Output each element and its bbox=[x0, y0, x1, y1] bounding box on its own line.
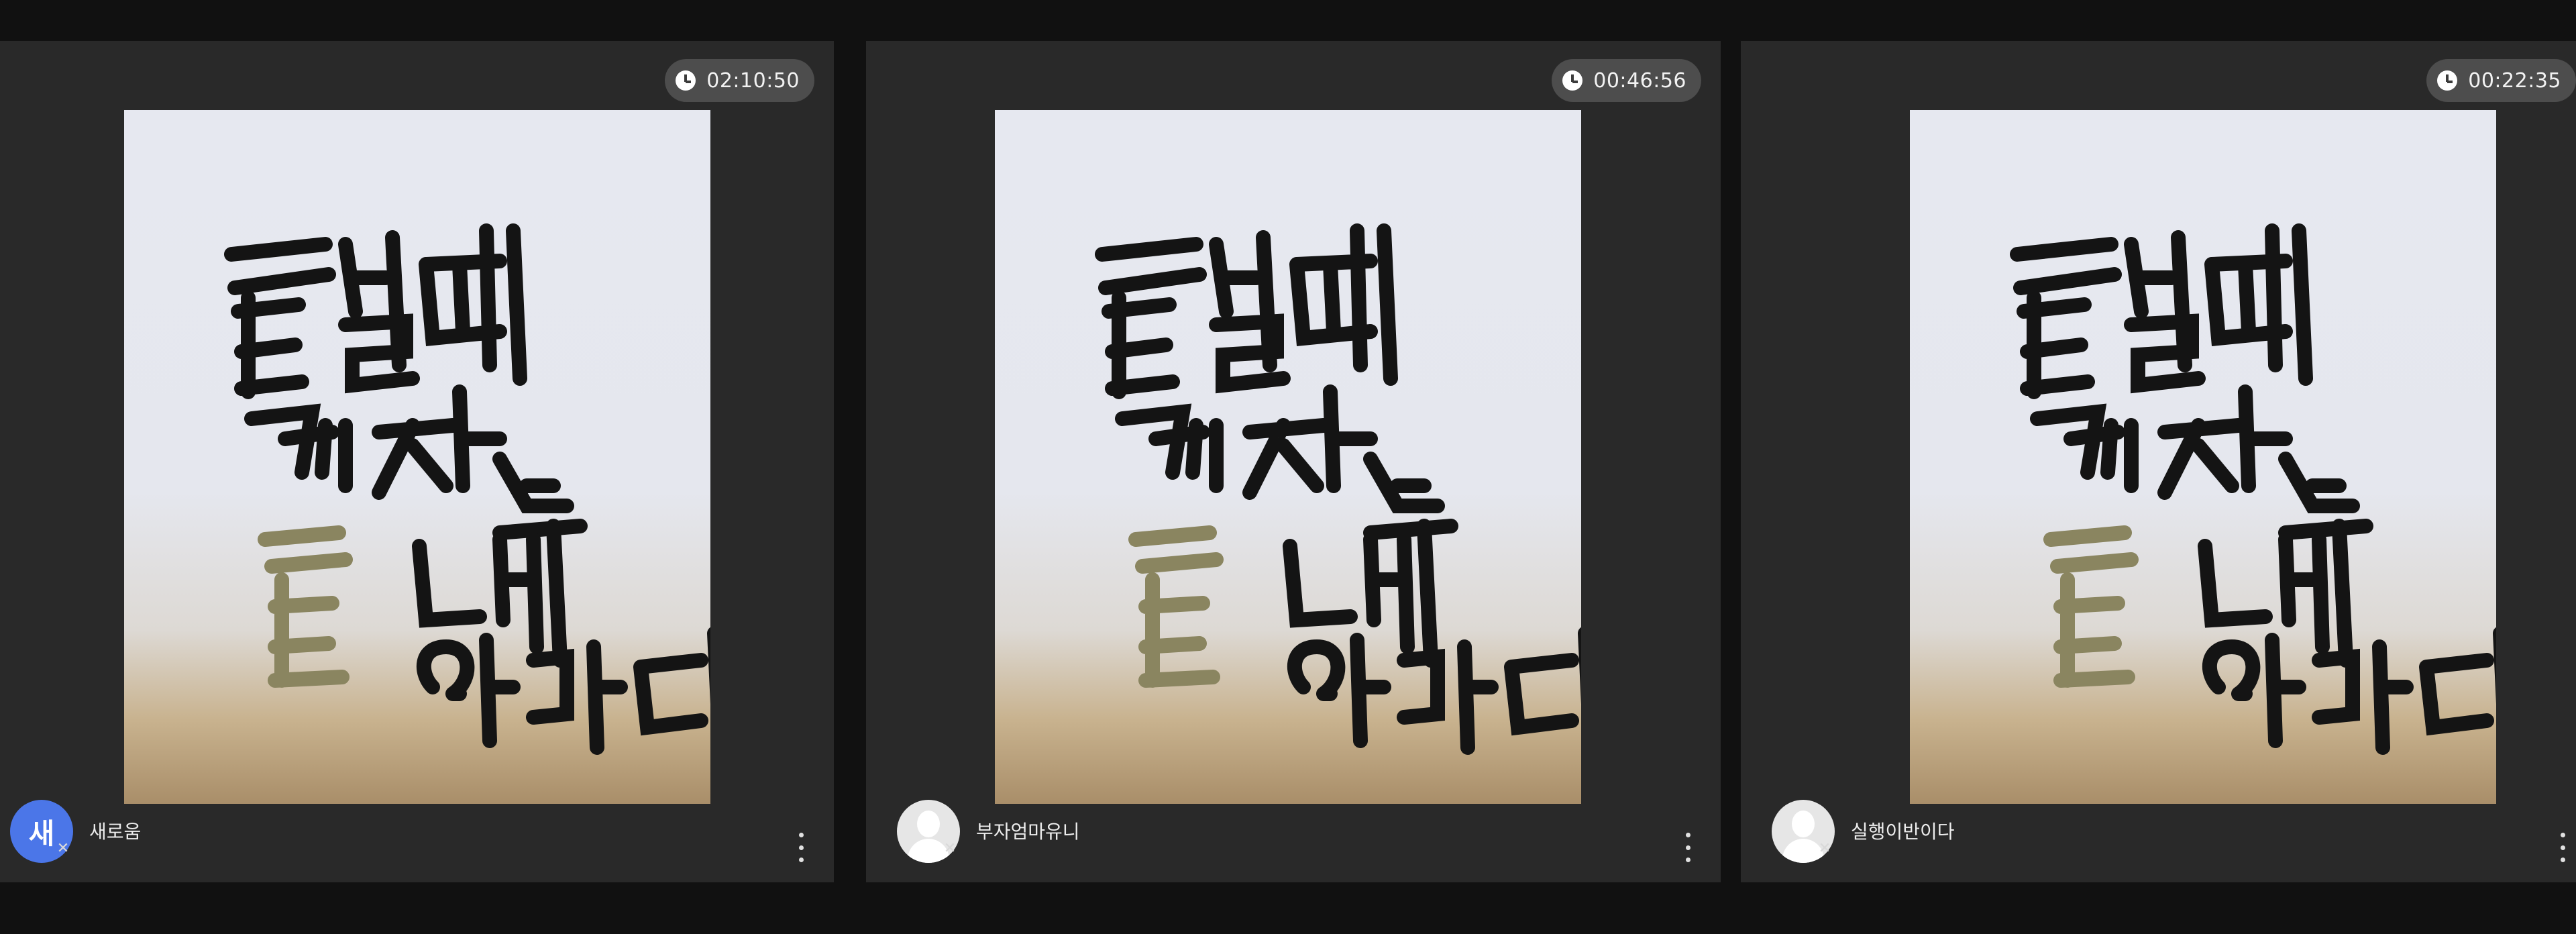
participant-name: 새로움 bbox=[89, 821, 142, 843]
more-options-icon[interactable] bbox=[2558, 833, 2567, 862]
mic-off-icon: ✕ bbox=[1818, 840, 1831, 857]
participant-name: 실행이반이다 bbox=[1851, 821, 1955, 843]
calligraphy-image bbox=[224, 223, 710, 755]
video-feed bbox=[995, 110, 1581, 804]
mic-off-icon: ✕ bbox=[56, 840, 70, 857]
clock-icon bbox=[1562, 70, 1583, 91]
participant-tile-3[interactable]: 00:22:35 ✕ 실행이반이다 bbox=[1741, 41, 2576, 882]
video-feed bbox=[1910, 110, 2496, 804]
participant-name: 부자엄마유니 bbox=[976, 821, 1080, 843]
video-feed bbox=[124, 110, 710, 804]
more-options-icon[interactable] bbox=[796, 833, 806, 862]
participant-tile-2[interactable]: 00:46:56 ✕ 부자엄마유니 bbox=[866, 41, 1721, 882]
clock-icon bbox=[676, 70, 696, 91]
participant-tile-1[interactable]: 02:10:50 새 ✕ 새로움 bbox=[0, 41, 834, 882]
more-options-icon[interactable] bbox=[1683, 833, 1693, 862]
study-timer: 00:46:56 bbox=[1552, 59, 1701, 102]
study-timer: 02:10:50 bbox=[665, 59, 814, 102]
mic-off-icon: ✕ bbox=[943, 840, 957, 857]
timer-value: 02:10:50 bbox=[706, 68, 800, 93]
timer-value: 00:22:35 bbox=[2468, 68, 2561, 93]
avatar-initial: 새 bbox=[28, 817, 55, 850]
calligraphy-image bbox=[2010, 223, 2496, 755]
calligraphy-image bbox=[1095, 223, 1581, 755]
clock-icon bbox=[2437, 70, 2458, 91]
timer-value: 00:46:56 bbox=[1593, 68, 1686, 93]
study-timer: 00:22:35 bbox=[2426, 59, 2576, 102]
